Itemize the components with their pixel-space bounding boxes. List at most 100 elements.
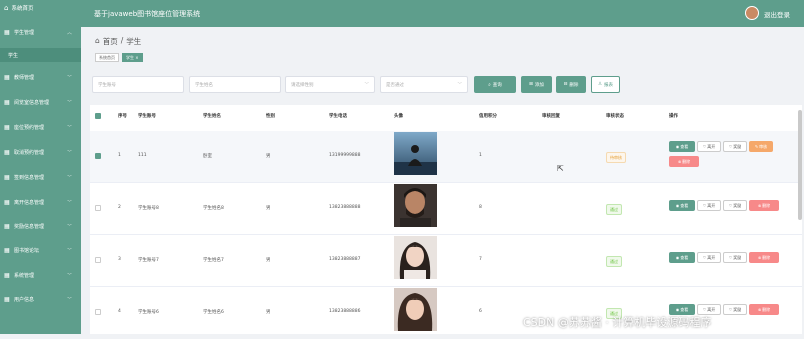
- query-button-label: 查询: [492, 82, 502, 88]
- header-credit[interactable]: 信用积分: [479, 113, 497, 119]
- leave-button[interactable]: ♡ 离开: [697, 141, 721, 152]
- view-button[interactable]: ◉ 查看: [669, 252, 695, 263]
- sidebar-item-leave[interactable]: ▦ 离开信息管理 ﹀: [0, 195, 81, 209]
- avatar-image[interactable]: [394, 288, 437, 331]
- avatar[interactable]: [745, 6, 759, 20]
- add-button[interactable]: ⊞ 添加: [521, 76, 552, 93]
- sidebar-item-reading-room[interactable]: ▦ 阅览室信息管理 ﹀: [0, 95, 81, 109]
- sidebar-item-checkin[interactable]: ▦ 签到信息管理 ﹀: [0, 170, 81, 184]
- view-label: 查看: [680, 143, 689, 149]
- home-icon: ⌂: [4, 4, 9, 12]
- grid-icon: ▦: [4, 246, 10, 254]
- topbar: 基于javaweb图书馆座位管理系统 退出登录: [81, 0, 804, 27]
- row-checkbox[interactable]: [95, 153, 101, 159]
- reward-button[interactable]: ♡ 奖励: [723, 304, 747, 315]
- header-reply[interactable]: 审核回复: [542, 113, 560, 119]
- heart-icon: ♡: [728, 307, 733, 312]
- sidebar-item-cancel-booking[interactable]: ▦ 取消预约管理 ﹀: [0, 145, 81, 159]
- gender-select[interactable]: 请选择性别 ﹀: [285, 76, 375, 93]
- sidebar-item-seat-booking[interactable]: ▦ 座位预约管理 ﹀: [0, 120, 81, 134]
- row-checkbox[interactable]: [95, 205, 101, 211]
- tag-student[interactable]: 学生 ×: [122, 53, 143, 62]
- logout-link[interactable]: 退出登录: [764, 9, 790, 19]
- cell-gender: 男: [266, 206, 271, 211]
- sidebar-subitem-student[interactable]: 学生: [0, 48, 81, 62]
- delete-row-button[interactable]: ⊗ 删除: [669, 156, 699, 167]
- row-checkbox[interactable]: [95, 257, 101, 263]
- eye-icon: ◉: [675, 255, 680, 260]
- sidebar-item-reward[interactable]: ▦ 奖励信息管理 ﹀: [0, 219, 81, 233]
- header-account[interactable]: 学生账号: [138, 113, 156, 119]
- report-button[interactable]: ♙ 报表: [591, 76, 620, 93]
- report-button-label: 报表: [604, 82, 614, 88]
- avatar-image[interactable]: [394, 236, 437, 279]
- header-avatar[interactable]: 头像: [394, 113, 403, 119]
- trash-icon: ⊟: [563, 82, 568, 87]
- cell-phone: 13823888887: [329, 257, 361, 262]
- breadcrumb-home[interactable]: 首页: [103, 36, 118, 47]
- grid-icon: ▦: [4, 198, 10, 206]
- reward-label: 奖励: [733, 202, 742, 208]
- tag-home[interactable]: 系统首页: [95, 53, 119, 62]
- sidebar-item-forum[interactable]: ▦ 图书馆论坛 ﹀: [0, 243, 81, 257]
- sidebar-item-label: 签到信息管理: [14, 174, 45, 181]
- chevron-up-icon: ︿: [66, 29, 72, 36]
- view-button[interactable]: ◉ 查看: [669, 200, 695, 211]
- delete-row-button[interactable]: ⊗ 删除: [749, 252, 779, 263]
- cell-account: 111: [138, 153, 147, 158]
- chevron-down-icon: ﹀: [66, 247, 72, 254]
- leave-label: 离开: [707, 143, 716, 149]
- reward-button[interactable]: ♡ 奖励: [723, 141, 747, 152]
- table-row[interactable]: 3 学生账号7 学生姓名7 男 13823888887 7 通过 ◉ 查看 ♡ 离开…: [90, 235, 802, 287]
- sidebar-item-user-info[interactable]: ▦ 用户信息 ﹀: [0, 292, 81, 306]
- add-button-label: 添加: [534, 82, 544, 88]
- delete-label: 删除: [762, 202, 771, 208]
- reward-button[interactable]: ♡ 奖励: [723, 200, 747, 211]
- avatar-image[interactable]: [394, 184, 437, 227]
- student-table: 序号 学生账号 学生姓名 性别 学生电话 头像 信用积分 审核回复 审核状态 操…: [90, 105, 802, 334]
- review-select[interactable]: 是否通过 ﹀: [380, 76, 468, 93]
- scrollbar[interactable]: [798, 110, 802, 220]
- delete-button[interactable]: ⊟ 删除: [556, 76, 586, 93]
- table-row[interactable]: 4 学生账号6 学生姓名6 男 13823888886 6 通过 ◉ 查看 ♡ 离开…: [90, 287, 802, 339]
- cell-account: 学生账号8: [138, 206, 159, 211]
- row-checkbox[interactable]: [95, 309, 101, 315]
- sidebar-item-teacher[interactable]: ▦ 教师管理 ﹀: [0, 70, 81, 84]
- sidebar-item-label: 座位预约管理: [14, 124, 45, 131]
- eye-icon: ◉: [675, 307, 680, 312]
- header-gender[interactable]: 性别: [266, 113, 275, 119]
- header-name[interactable]: 学生姓名: [203, 113, 221, 119]
- sidebar-brand-label: 系统首页: [11, 6, 34, 12]
- home-icon: ⌂: [95, 36, 100, 45]
- table-row[interactable]: 1 111 卧室 男 13199999888 1 待审核 ◉ 查看 ♡ 离开 ♡ 奖励…: [90, 131, 802, 183]
- view-button[interactable]: ◉ 查看: [669, 141, 695, 152]
- sidebar-item-label: 系统管理: [14, 272, 35, 279]
- sidebar-item-system[interactable]: ▦ 系统管理 ﹀: [0, 268, 81, 282]
- query-button[interactable]: ⌕ 查询: [474, 76, 516, 93]
- edit-icon: ✎: [754, 144, 759, 149]
- student-name-input[interactable]: 学生姓名: [189, 76, 281, 93]
- audit-button[interactable]: ✎ 审核: [749, 141, 773, 152]
- watermark: CSDN @苏苏酱 · 计算机毕设源码程序: [523, 316, 712, 329]
- heart-icon: ♡: [702, 203, 707, 208]
- sidebar-item-student[interactable]: ▦ 学生管理 ︿: [0, 25, 81, 39]
- header-status[interactable]: 审核状态: [606, 113, 624, 119]
- table-row[interactable]: 2 学生账号8 学生姓名8 男 13823888888 8 通过 ◉ 查看 ♡ 离开…: [90, 183, 802, 235]
- sidebar-brand[interactable]: ⌂ 系统首页: [0, 0, 81, 16]
- reward-button[interactable]: ♡ 奖励: [723, 252, 747, 263]
- leave-button[interactable]: ♡ 离开: [697, 200, 721, 211]
- breadcrumb-separator: /: [120, 36, 124, 45]
- cell-gender: 男: [266, 258, 271, 263]
- delete-row-button[interactable]: ⊗ 删除: [749, 304, 779, 315]
- avatar-image[interactable]: [394, 132, 437, 175]
- header-phone[interactable]: 学生电话: [329, 113, 347, 119]
- leave-button[interactable]: ♡ 离开: [697, 252, 721, 263]
- select-all-checkbox[interactable]: [95, 113, 101, 119]
- student-no-input[interactable]: 学生账号: [92, 76, 184, 93]
- app-title: 基于javaweb图书馆座位管理系统: [94, 10, 201, 18]
- tag-bar: 系统首页 学生 ×: [95, 53, 143, 62]
- delete-row-button[interactable]: ⊗ 删除: [749, 200, 779, 211]
- status-badge: 通过: [606, 256, 622, 267]
- delete-button-label: 删除: [569, 82, 579, 88]
- chevron-down-icon: ﹀: [66, 223, 72, 230]
